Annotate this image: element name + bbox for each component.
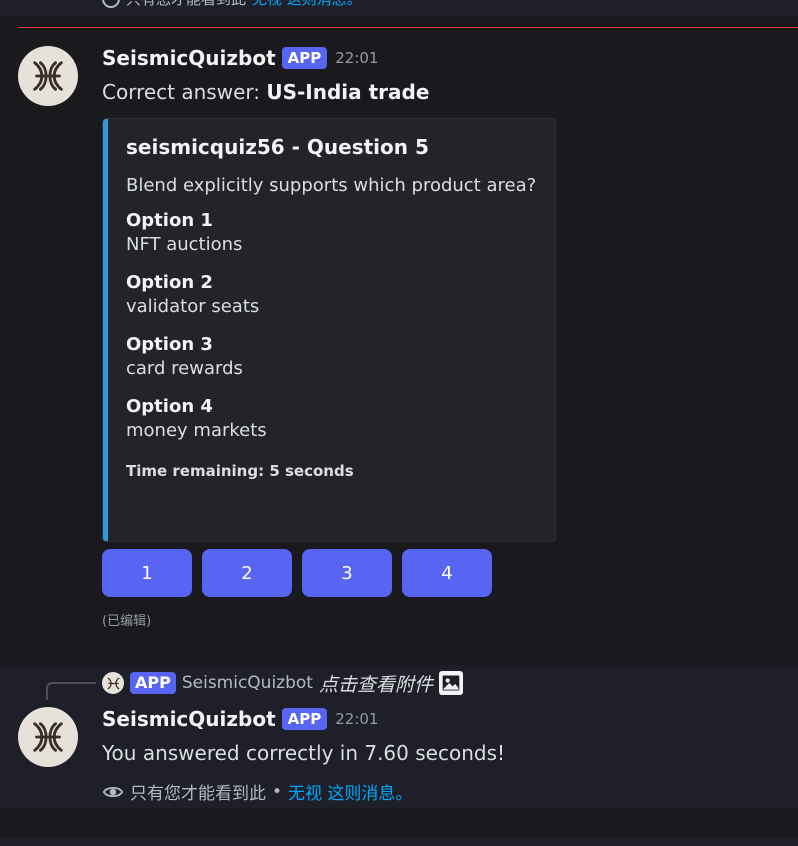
field-name: Option 4 [126, 396, 213, 417]
dismiss-message-link[interactable]: 无视 这则消息。 [288, 779, 412, 804]
embed-field-option-4: Option 4 money markets [126, 396, 545, 444]
bottom-strip [0, 838, 798, 846]
username[interactable]: SeismicQuizbot [102, 707, 276, 731]
reply-connector [46, 682, 96, 700]
timestamp[interactable]: 22:01 [335, 49, 378, 67]
answer-button-4[interactable]: 4 [402, 549, 492, 597]
answer-button-1[interactable]: 1 [102, 549, 192, 597]
embed-description: Blend explicitly supports which product … [126, 175, 537, 196]
previous-ephemeral-note: 只有您才能看到此 无视 这则消息。 [0, 0, 798, 16]
message-header: SeismicQuizbot APP 22:01 [102, 46, 378, 70]
image-icon [438, 671, 463, 695]
embed-accent-bar [103, 119, 108, 541]
answer-button-3[interactable]: 3 [302, 549, 392, 597]
embed-field-option-1: Option 1 NFT auctions [126, 210, 545, 258]
message-header: SeismicQuizbot APP 22:01 [102, 707, 378, 731]
reply-reference[interactable]: APP SeismicQuizbot 点击查看附件 [102, 670, 463, 696]
field-value: validator seats [126, 296, 260, 317]
timestamp[interactable]: 22:01 [335, 710, 378, 728]
avatar[interactable] [18, 707, 78, 767]
chat-view: 只有您才能看到此 无视 这则消息。 SeismicQuizbot APP 22:… [0, 0, 798, 846]
new-messages-divider [18, 27, 798, 28]
correct-answer: US-India trade [266, 80, 430, 104]
field-value: card rewards [126, 358, 243, 379]
quiz-embed: seismicquiz56 - Question 5 Blend explici… [102, 118, 556, 542]
field-name: Option 1 [126, 210, 213, 231]
eye-icon [102, 786, 124, 797]
app-badge: APP [281, 708, 328, 730]
reply-avatar[interactable] [102, 672, 124, 694]
message-content: Correct answer: US-India trade [102, 80, 429, 104]
username[interactable]: SeismicQuizbot [102, 46, 276, 70]
embed-field-option-2: Option 2 validator seats [126, 272, 545, 320]
seismic-logo-icon [33, 61, 63, 91]
ephemeral-note: 只有您才能看到此 • 无视 这则消息。 [102, 779, 412, 804]
field-value: money markets [126, 420, 267, 441]
content-prefix: Correct answer: [102, 80, 267, 104]
app-badge: APP [130, 672, 176, 694]
seismic-logo-icon [33, 722, 63, 752]
separator: • [272, 781, 283, 802]
answer-buttons: 1 2 3 4 [102, 549, 492, 597]
seismic-logo-icon [107, 677, 119, 689]
reply-username[interactable]: SeismicQuizbot [182, 673, 313, 693]
app-badge: APP [281, 47, 328, 69]
embed-field-option-3: Option 3 card rewards [126, 334, 545, 382]
embed-title: seismicquiz56 - Question 5 [126, 135, 429, 159]
field-value: NFT auctions [126, 234, 243, 255]
embed-footer: Time remaining: 5 seconds [126, 462, 354, 480]
field-name: Option 3 [126, 334, 213, 355]
answer-button-2[interactable]: 2 [202, 549, 292, 597]
ephemeral-note-text: 只有您才能看到此 [130, 784, 266, 804]
reply-preview-text[interactable]: 点击查看附件 [319, 670, 433, 697]
message-content: You answered correctly in 7.60 seconds! [102, 741, 506, 765]
field-name: Option 2 [126, 272, 213, 293]
dismiss-message-link[interactable]: 无视 这则消息。 [252, 0, 362, 9]
ephemeral-note-text: 只有您才能看到此 [126, 0, 246, 9]
eye-icon [102, 0, 120, 8]
avatar[interactable] [18, 46, 78, 106]
edited-label: (已编辑) [102, 614, 152, 629]
